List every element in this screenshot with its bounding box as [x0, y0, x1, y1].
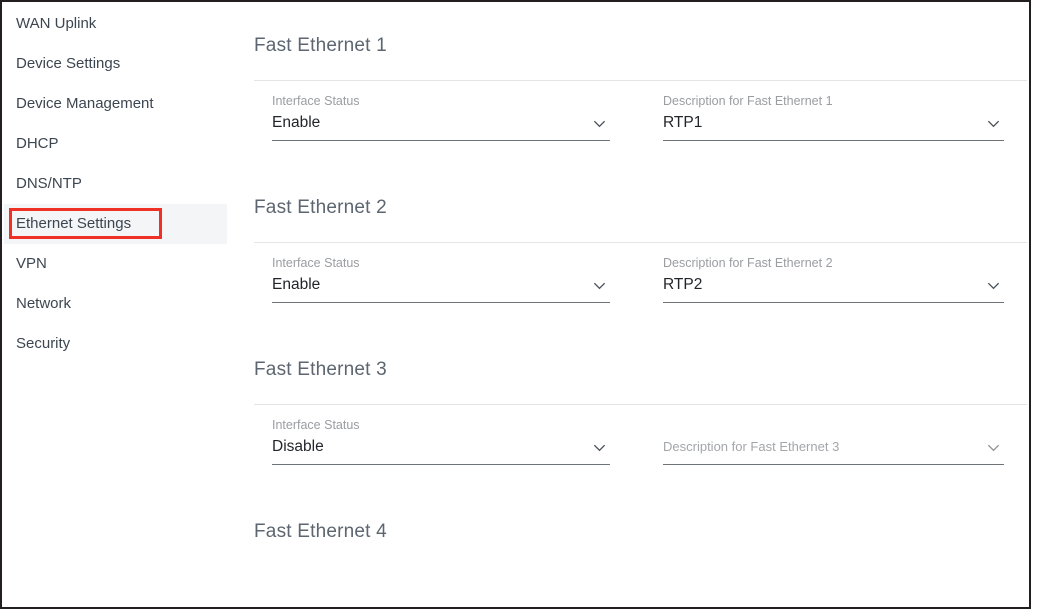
interface-status-field-3: Interface Status Disable	[272, 417, 610, 465]
sidebar-nav: WAN Uplink Device Settings Device Manage…	[4, 4, 227, 607]
interface-status-field-2: Interface Status Enable	[272, 255, 610, 303]
description-placeholder: Description for Fast Ethernet 3	[663, 439, 840, 454]
sidebar-item-label: Device Settings	[16, 55, 121, 72]
section-fields-fast-ethernet-2: Interface Status Enable Description for …	[227, 243, 1027, 329]
sidebar-item-dhcp[interactable]: DHCP	[4, 124, 227, 164]
sidebar-item-label: Network	[16, 295, 72, 312]
sidebar-item-label: Ethernet Settings	[16, 215, 132, 232]
interface-status-select-1[interactable]: Enable	[272, 109, 610, 141]
section-title-fast-ethernet-4: Fast Ethernet 4	[254, 521, 387, 542]
description-value: RTP2	[663, 276, 703, 293]
chevron-down-icon	[592, 440, 607, 455]
interface-status-label: Interface Status	[272, 256, 360, 270]
description-value: RTP1	[663, 114, 703, 131]
interface-status-label: Interface Status	[272, 94, 360, 108]
sidebar-item-label: WAN Uplink	[16, 15, 97, 32]
description-field-1: Description for Fast Ethernet 1 RTP1	[663, 93, 1004, 141]
section-title-fast-ethernet-2: Fast Ethernet 2	[254, 197, 387, 218]
section-fields-fast-ethernet-3: Interface Status Disable Description for…	[227, 405, 1027, 491]
chevron-down-icon	[592, 116, 607, 131]
application-frame: WAN Uplink Device Settings Device Manage…	[0, 0, 1031, 609]
description-select-2[interactable]: RTP2	[663, 271, 1004, 303]
ethernet-settings-panel: Fast Ethernet 1 Interface Status Enable …	[227, 4, 1027, 607]
sidebar-item-network[interactable]: Network	[4, 284, 227, 324]
description-field-3: Description for Fast Ethernet 3 Descript…	[663, 417, 1004, 465]
sidebar-item-label: DHCP	[16, 135, 59, 152]
interface-status-value: Enable	[272, 276, 321, 293]
interface-status-value: Disable	[272, 438, 324, 455]
chevron-down-icon	[592, 278, 607, 293]
description-field-2: Description for Fast Ethernet 2 RTP2	[663, 255, 1004, 303]
interface-status-field-1: Interface Status Enable	[272, 93, 610, 141]
sidebar-item-wan-uplink[interactable]: WAN Uplink	[4, 4, 227, 44]
chevron-down-icon	[986, 440, 1001, 455]
sidebar-item-ethernet-settings[interactable]: Ethernet Settings	[4, 204, 227, 244]
sidebar-item-label: DNS/NTP	[16, 175, 82, 192]
sidebar-item-vpn[interactable]: VPN	[4, 244, 227, 284]
chevron-down-icon	[986, 278, 1001, 293]
description-label: Description for Fast Ethernet 1	[663, 94, 833, 108]
interface-status-select-2[interactable]: Enable	[272, 271, 610, 303]
interface-status-value: Enable	[272, 114, 321, 131]
sidebar-item-label: Security	[16, 335, 71, 352]
section-fields-fast-ethernet-1: Interface Status Enable Description for …	[227, 81, 1027, 167]
sidebar-item-label: Device Management	[16, 95, 154, 112]
description-select-3[interactable]: Description for Fast Ethernet 3	[663, 433, 1004, 465]
sidebar-item-device-settings[interactable]: Device Settings	[4, 44, 227, 84]
sidebar-item-dns-ntp[interactable]: DNS/NTP	[4, 164, 227, 204]
description-label: Description for Fast Ethernet 2	[663, 256, 833, 270]
sidebar-item-device-management[interactable]: Device Management	[4, 84, 227, 124]
sidebar-item-security[interactable]: Security	[4, 324, 227, 364]
chevron-down-icon	[986, 116, 1001, 131]
interface-status-label: Interface Status	[272, 418, 360, 432]
section-title-fast-ethernet-1: Fast Ethernet 1	[254, 35, 387, 56]
description-select-1[interactable]: RTP1	[663, 109, 1004, 141]
section-title-fast-ethernet-3: Fast Ethernet 3	[254, 359, 387, 380]
sidebar-item-label: VPN	[16, 255, 47, 272]
interface-status-select-3[interactable]: Disable	[272, 433, 610, 465]
